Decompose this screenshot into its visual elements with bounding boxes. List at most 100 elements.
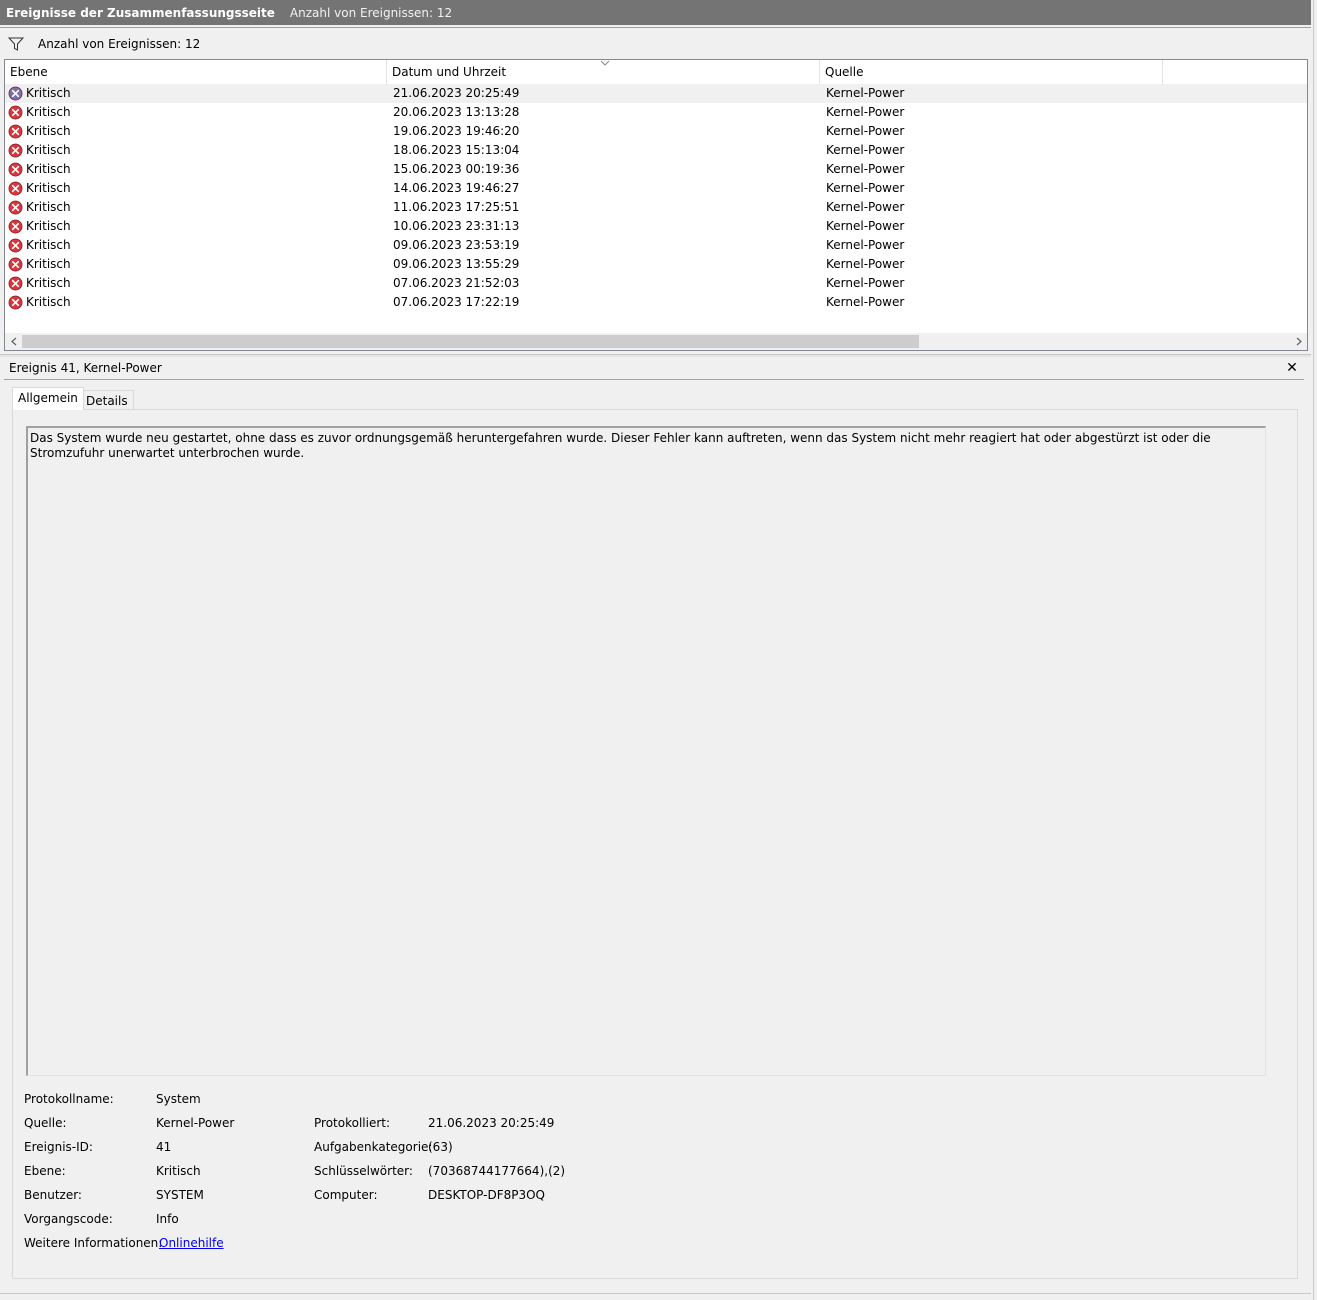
level-cell: Kritisch [8,293,71,312]
log-name-label: Protokollname: [24,1092,114,1106]
table-row[interactable]: Kritisch 19.06.2023 19:46:20 Kernel-Power [5,122,1307,141]
critical-error-icon [8,200,23,215]
level-text: Kritisch [26,124,71,138]
right-frame-edge [1311,0,1317,1300]
filter-bar: Anzahl von Ereignissen: 12 [0,29,1311,58]
title-event-count: Anzahl von Ereignissen: 12 [289,5,453,20]
critical-error-icon [8,238,23,253]
critical-error-icon [8,295,23,310]
event-description[interactable]: Das System wurde neu gestartet, ohne das… [26,426,1266,1076]
table-row[interactable]: Kritisch 09.06.2023 13:55:29 Kernel-Power [5,255,1307,274]
level-text: Kritisch [26,143,71,157]
level-cell: Kritisch [8,141,71,160]
event-rows: Kritisch 21.06.2023 20:25:49 Kernel-Power K… [5,84,1307,312]
column-header-empty[interactable] [1163,60,1307,84]
datetime-cell: 14.06.2023 19:46:27 [393,181,520,195]
table-row[interactable]: Kritisch 10.06.2023 23:31:13 Kernel-Power [5,217,1307,236]
datetime-cell: 11.06.2023 17:25:51 [393,200,520,214]
level-cell: Kritisch [8,236,71,255]
source-cell: Kernel-Power [826,181,905,195]
level-cell: Kritisch [8,217,71,236]
column-header-level[interactable]: Ebene [5,60,387,84]
level-text: Kritisch [26,181,71,195]
table-row[interactable]: Kritisch 14.06.2023 19:46:27 Kernel-Power [5,179,1307,198]
source-cell: Kernel-Power [826,257,905,271]
level-text: Kritisch [26,295,71,309]
level-cell: Kritisch [8,255,71,274]
table-row[interactable]: Kritisch 15.06.2023 00:19:36 Kernel-Power [5,160,1307,179]
table-row[interactable]: Kritisch 07.06.2023 21:52:03 Kernel-Power [5,274,1307,293]
bottom-border [0,1293,1311,1294]
keywords-label: Schlüsselwörter: [314,1164,413,1178]
critical-error-icon [8,162,23,177]
detail-title: Ereignis 41, Kernel-Power [9,361,162,375]
level-label: Ebene: [24,1164,66,1178]
critical-error-icon [8,143,23,158]
table-row[interactable]: Kritisch 09.06.2023 23:53:19 Kernel-Power [5,236,1307,255]
horizontal-scrollbar[interactable] [5,333,1307,350]
event-list[interactable]: Ebene Datum und Uhrzeit Quelle Kritisch 2… [4,59,1308,351]
source-cell: Kernel-Power [826,86,905,100]
table-row[interactable]: Kritisch 11.06.2023 17:25:51 Kernel-Power [5,198,1307,217]
datetime-cell: 15.06.2023 00:19:36 [393,162,520,176]
opcode-value: Info [156,1212,179,1226]
source-label: Quelle: [24,1116,67,1130]
user-value: SYSTEM [156,1188,204,1202]
level-cell: Kritisch [8,122,71,141]
list-header: Ebene Datum und Uhrzeit Quelle [5,60,1307,84]
pane-splitter[interactable] [0,354,1311,357]
source-value: Kernel-Power [156,1116,235,1130]
column-header-source[interactable]: Quelle [820,60,1163,84]
divider [4,379,1304,380]
online-help-link[interactable]: Onlinehilfe [159,1236,224,1250]
datetime-cell: 09.06.2023 13:55:29 [393,257,520,271]
source-cell: Kernel-Power [826,105,905,119]
level-text: Kritisch [26,276,71,290]
computer-label: Computer: [314,1188,378,1202]
level-cell: Kritisch [8,160,71,179]
level-text: Kritisch [26,162,71,176]
tab-allgemein[interactable]: Allgemein [12,387,84,410]
table-row[interactable]: Kritisch 21.06.2023 20:25:49 Kernel-Power [5,84,1307,103]
datetime-cell: 09.06.2023 23:53:19 [393,238,520,252]
more-info-label: Weitere Informationen: [24,1236,163,1250]
sort-descending-icon [600,60,610,66]
log-name-value: System [156,1092,201,1106]
level-cell: Kritisch [8,274,71,293]
close-icon[interactable]: ✕ [1284,359,1300,377]
detail-header: Ereignis 41, Kernel-Power ✕ [0,359,1311,379]
source-cell: Kernel-Power [826,143,905,157]
source-cell: Kernel-Power [826,200,905,214]
level-cell: Kritisch [8,84,71,103]
level-text: Kritisch [26,200,71,214]
table-row[interactable]: Kritisch 20.06.2023 13:13:28 Kernel-Power [5,103,1307,122]
scroll-right-icon[interactable] [1290,333,1307,350]
level-cell: Kritisch [8,103,71,122]
source-cell: Kernel-Power [826,124,905,138]
tab-details[interactable]: Details [80,390,134,410]
divider [0,27,1311,28]
table-row[interactable]: Kritisch 07.06.2023 17:22:19 Kernel-Power [5,293,1307,312]
level-text: Kritisch [26,238,71,252]
source-cell: Kernel-Power [826,276,905,290]
event-id-label: Ereignis-ID: [24,1140,93,1154]
critical-error-icon [8,86,23,101]
filter-event-count: Anzahl von Ereignissen: 12 [38,36,201,51]
opcode-label: Vorgangscode: [24,1212,113,1226]
level-cell: Kritisch [8,179,71,198]
datetime-cell: 07.06.2023 21:52:03 [393,276,520,290]
filter-icon[interactable] [8,36,24,52]
window-title: Ereignisse der Zusammenfassungsseite [6,5,275,20]
source-cell: Kernel-Power [826,295,905,309]
level-cell: Kritisch [8,198,71,217]
scroll-left-icon[interactable] [5,333,22,350]
scrollbar-thumb[interactable] [22,335,919,348]
source-cell: Kernel-Power [826,162,905,176]
logged-label: Protokolliert: [314,1116,391,1130]
level-value: Kritisch [156,1164,201,1178]
event-id-value: 41 [156,1140,172,1154]
table-row[interactable]: Kritisch 18.06.2023 15:13:04 Kernel-Power [5,141,1307,160]
source-cell: Kernel-Power [826,219,905,233]
critical-error-icon [8,124,23,139]
critical-error-icon [8,276,23,291]
